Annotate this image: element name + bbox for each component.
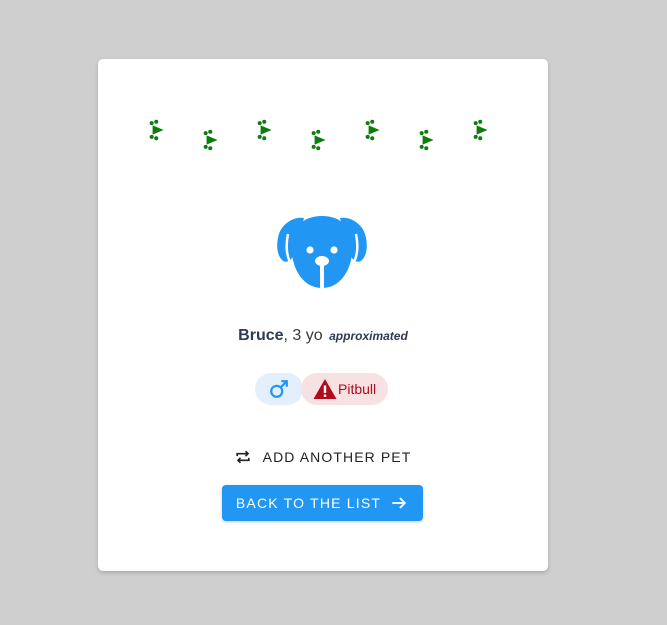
- pet-chips: Pitbull: [255, 373, 389, 405]
- paw-row: [98, 59, 548, 169]
- repeat-icon: [233, 447, 263, 467]
- pet-result-card: Bruce, 3 yo approximated Pitbull ADD ANO…: [98, 59, 548, 571]
- dog-face-icon: [274, 212, 370, 288]
- age-approximated-label: approximated: [329, 329, 408, 343]
- breed-chip: Pitbull: [301, 373, 389, 405]
- gender-chip: [255, 373, 303, 405]
- back-to-list-label: BACK TO THE LIST: [235, 495, 382, 511]
- warning-icon: [313, 378, 338, 400]
- back-to-list-button[interactable]: BACK TO THE LIST: [222, 485, 423, 521]
- arrow-right-icon: [381, 493, 409, 513]
- paw-icon: [148, 119, 170, 141]
- pet-summary: Bruce, 3 yo approximated: [98, 327, 548, 345]
- add-another-pet-button[interactable]: ADD ANOTHER PET: [222, 439, 422, 475]
- male-symbol-icon: [268, 378, 290, 400]
- paw-icon: [202, 129, 224, 151]
- add-another-pet-label: ADD ANOTHER PET: [262, 449, 412, 465]
- paw-icon: [310, 129, 332, 151]
- breed-label: Pitbull: [338, 381, 377, 397]
- paw-icon: [472, 119, 494, 141]
- paw-icon: [418, 129, 440, 151]
- paw-icon: [364, 119, 386, 141]
- paw-icon: [256, 119, 278, 141]
- pet-name: Bruce: [238, 327, 284, 344]
- pet-age: , 3 yo: [283, 327, 323, 344]
